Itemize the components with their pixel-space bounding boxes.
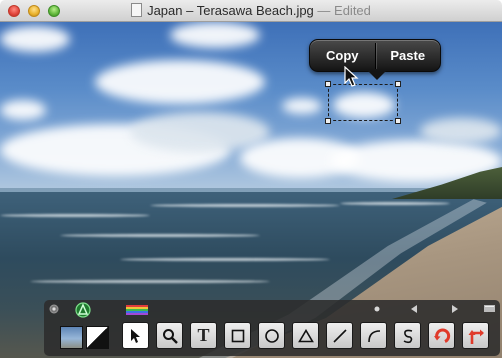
- window-filename: Japan – Terasawa Beach.jpg: [147, 3, 314, 18]
- selection-handle-top-left[interactable]: [325, 81, 331, 87]
- crop-arrow-icon: [468, 329, 484, 344]
- resize-grip-icon[interactable]: [484, 305, 495, 312]
- selection-handle-bottom-left[interactable]: [325, 118, 331, 124]
- rectangle-tool[interactable]: [224, 322, 251, 349]
- mouse-pointer-icon: [344, 66, 359, 87]
- crop-arrow-tool[interactable]: [462, 322, 489, 349]
- image-thumbnail-swatch[interactable]: [60, 326, 83, 349]
- selection-handle-top-right[interactable]: [395, 81, 401, 87]
- selection-rectangle[interactable]: [325, 81, 401, 124]
- text-tool-glyph: T: [197, 325, 210, 345]
- wave: [340, 202, 450, 205]
- next-arrow-icon[interactable]: [451, 305, 459, 313]
- text-tool[interactable]: T: [190, 322, 217, 349]
- zoom-tool[interactable]: [156, 322, 183, 349]
- wave: [150, 204, 340, 207]
- adjust-shape-icon[interactable]: [75, 302, 91, 318]
- previous-arrow-icon[interactable]: [410, 305, 418, 313]
- copy-paste-popover: Copy Paste: [309, 39, 441, 80]
- window-titlebar[interactable]: Japan – Terasawa Beach.jpg — Edited: [0, 0, 502, 22]
- document-icon: [131, 3, 143, 17]
- fill-color-swatch[interactable]: [86, 326, 109, 349]
- wave: [120, 258, 330, 261]
- close-toolbar-icon[interactable]: [49, 304, 59, 314]
- edited-status: — Edited: [317, 3, 371, 18]
- markup-toolbar: T: [44, 300, 500, 356]
- wave: [0, 214, 150, 217]
- wave: [30, 280, 270, 283]
- line-tool[interactable]: [326, 322, 353, 349]
- select-arrow-tool[interactable]: [122, 322, 149, 349]
- triangle-icon: [297, 328, 314, 342]
- cloud: [0, 100, 46, 120]
- rectangle-icon: [231, 329, 244, 342]
- line-icon: [332, 328, 347, 343]
- paste-button[interactable]: Paste: [376, 39, 441, 72]
- toolbar-top-row: [44, 300, 500, 318]
- window-title: Japan – Terasawa Beach.jpg — Edited: [0, 3, 502, 18]
- color-palette-icon[interactable]: [126, 305, 148, 315]
- circle-icon: [264, 328, 279, 343]
- freehand-tool[interactable]: [394, 322, 421, 349]
- rotate-icon: [433, 328, 450, 343]
- copy-button[interactable]: Copy: [310, 39, 375, 72]
- magnifier-icon: [162, 328, 178, 344]
- arc-icon: [367, 329, 380, 342]
- page-indicator-dot-icon[interactable]: [374, 306, 380, 312]
- cloud: [282, 98, 322, 114]
- selection-handle-bottom-right[interactable]: [395, 118, 401, 124]
- triangle-tool[interactable]: [292, 322, 319, 349]
- rotate-tool[interactable]: [428, 322, 455, 349]
- cloud: [95, 60, 265, 104]
- cloud: [420, 118, 502, 144]
- arrow-pointer-icon: [130, 328, 140, 343]
- cloud: [0, 26, 70, 52]
- oval-tool[interactable]: [258, 322, 285, 349]
- arc-tool[interactable]: [360, 322, 387, 349]
- cloud: [170, 22, 260, 48]
- wave: [60, 234, 260, 237]
- squiggle-icon: [403, 329, 412, 343]
